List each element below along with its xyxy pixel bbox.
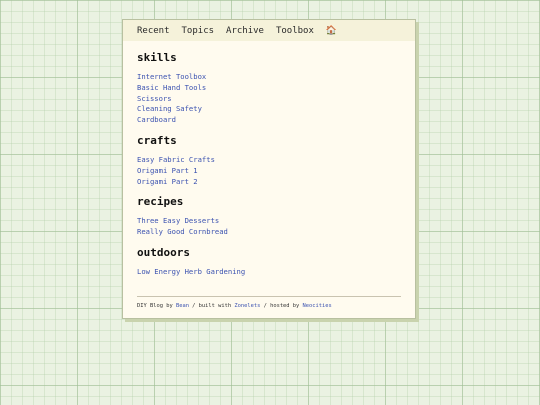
section-skills: skills Internet Toolbox Basic Hand Tools… bbox=[137, 51, 401, 126]
link-cleaning-safety[interactable]: Cleaning Safety bbox=[137, 104, 401, 115]
link-scissors[interactable]: Scissors bbox=[137, 94, 401, 105]
footer-built-text: / built with bbox=[188, 303, 235, 309]
link-internet-toolbox[interactable]: Internet Toolbox bbox=[137, 72, 401, 83]
link-cardboard[interactable]: Cardboard bbox=[137, 115, 401, 126]
nav-recent[interactable]: Recent bbox=[137, 26, 170, 36]
topic-list: skills Internet Toolbox Basic Hand Tools… bbox=[123, 41, 415, 278]
footer-hosted-text: / hosted by bbox=[260, 303, 303, 309]
link-three-easy-desserts[interactable]: Three Easy Desserts bbox=[137, 216, 401, 227]
link-origami-part-2[interactable]: Origami Part 2 bbox=[137, 177, 401, 188]
link-origami-part-1[interactable]: Origami Part 1 bbox=[137, 166, 401, 177]
section-recipes: recipes Three Easy Desserts Really Good … bbox=[137, 195, 401, 238]
blog-card: Recent Topics Archive Toolbox 🏠 skills I… bbox=[122, 19, 416, 319]
section-title: crafts bbox=[137, 133, 177, 147]
footer-prefix: DIY Blog by bbox=[137, 303, 176, 309]
link-basic-hand-tools[interactable]: Basic Hand Tools bbox=[137, 83, 401, 94]
top-nav: Recent Topics Archive Toolbox 🏠 bbox=[123, 20, 415, 41]
footer-host-link[interactable]: Neocities bbox=[303, 303, 332, 309]
section-outdoors: outdoors Low Energy Herb Gardening bbox=[137, 246, 401, 278]
footer-builder-link[interactable]: Zonelets bbox=[234, 303, 260, 309]
footer: DIY Blog by Bean / built with Zonelets /… bbox=[137, 296, 401, 309]
footer-author-link[interactable]: Bean bbox=[176, 303, 189, 309]
section-title: outdoors bbox=[137, 245, 190, 259]
section-title: recipes bbox=[137, 195, 184, 209]
link-easy-fabric-crafts[interactable]: Easy Fabric Crafts bbox=[137, 155, 401, 166]
section-crafts: crafts Easy Fabric Crafts Origami Part 1… bbox=[137, 134, 401, 187]
nav-topics[interactable]: Topics bbox=[182, 26, 215, 36]
link-low-energy-herb-gardening[interactable]: Low Energy Herb Gardening bbox=[137, 267, 401, 278]
section-title: skills bbox=[137, 51, 177, 64]
nav-archive[interactable]: Archive bbox=[226, 26, 264, 36]
home-icon[interactable]: 🏠 bbox=[326, 26, 337, 36]
nav-toolbox[interactable]: Toolbox bbox=[276, 26, 314, 36]
link-really-good-cornbread[interactable]: Really Good Cornbread bbox=[137, 227, 401, 238]
